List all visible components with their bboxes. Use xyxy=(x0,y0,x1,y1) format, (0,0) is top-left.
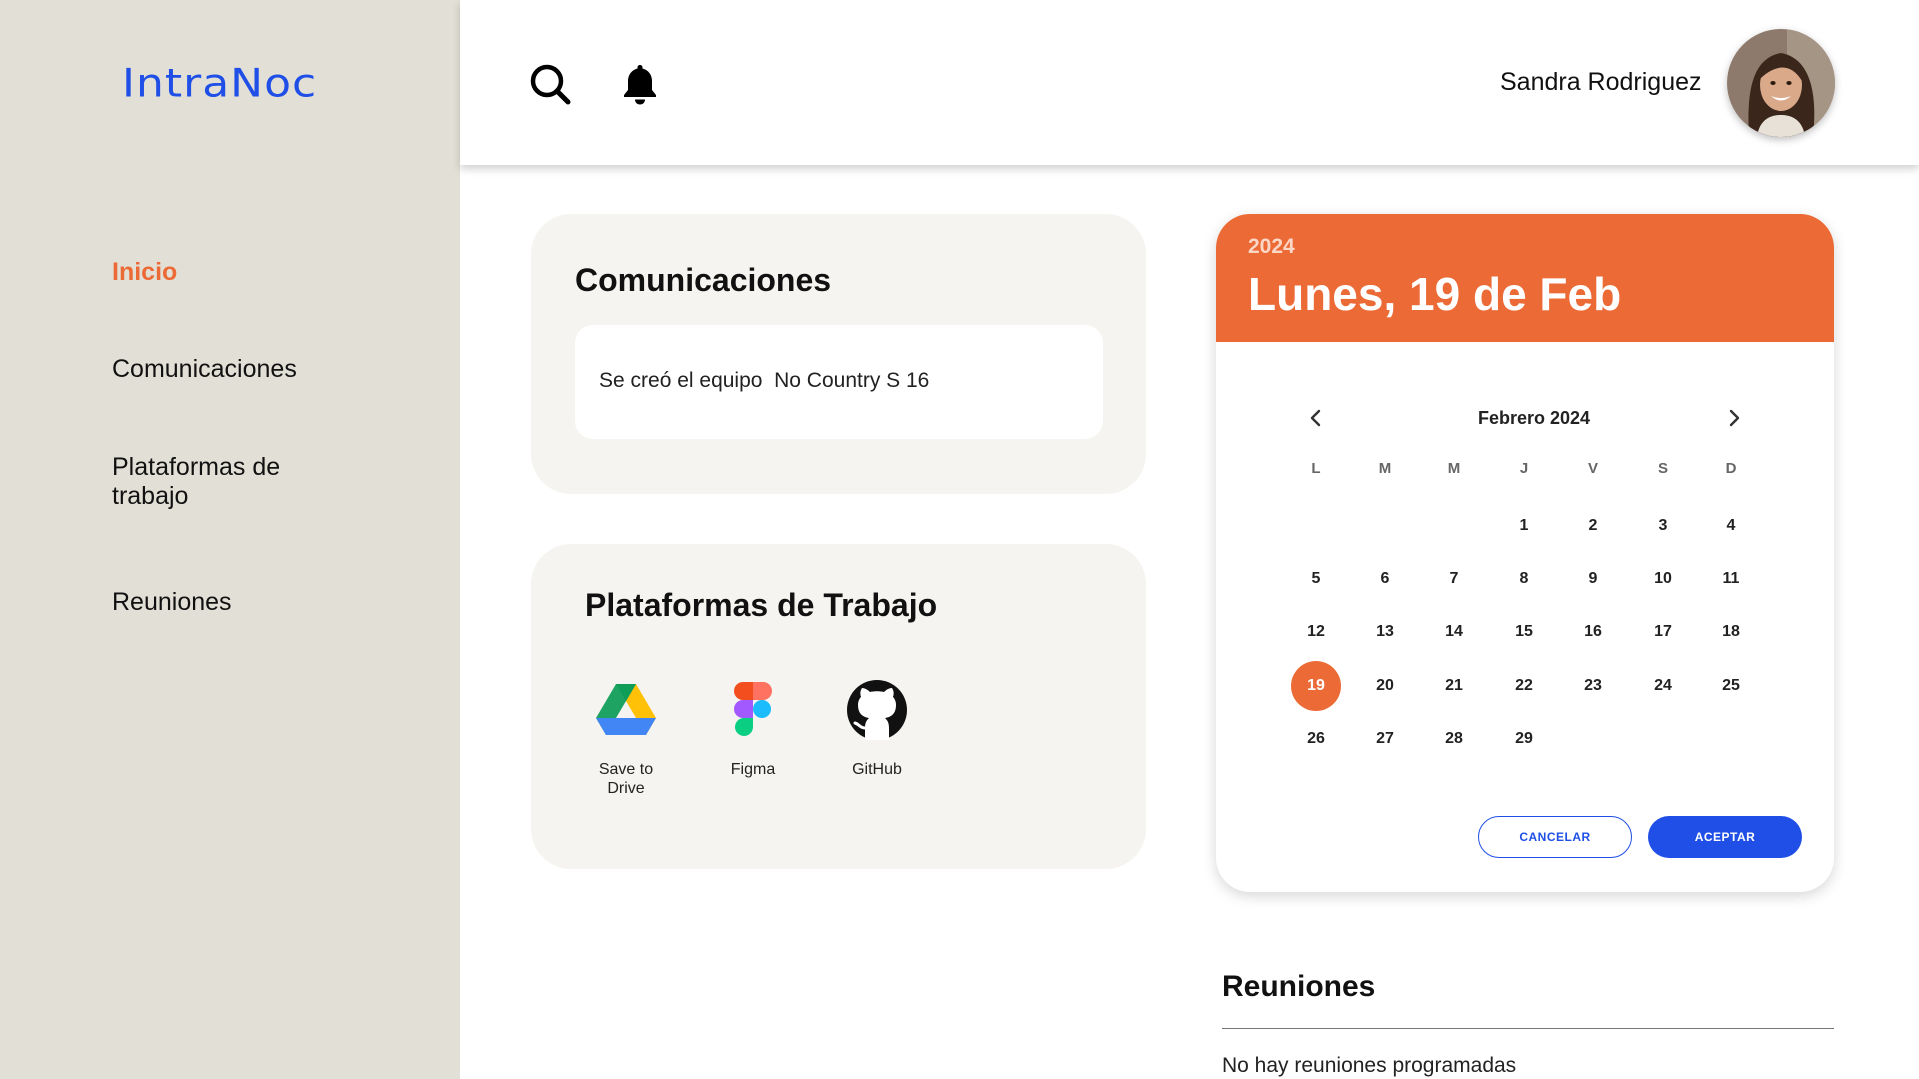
weekday-label: S xyxy=(1657,460,1668,477)
selected-date: Lunes, 19 de Feb xyxy=(1248,268,1622,320)
chevron-right-icon xyxy=(1729,409,1740,427)
meetings-empty-text: No hay reuniones programadas xyxy=(1222,1054,1517,1077)
day-cell[interactable]: 21 xyxy=(1429,661,1479,711)
day-cell[interactable]: 11 xyxy=(1706,554,1756,604)
communications-card: Comunicaciones Se creó el equipo No Coun… xyxy=(531,214,1146,494)
platform-github[interactable]: GitHub xyxy=(817,678,937,779)
top-header: Sandra Rodriguez xyxy=(460,0,1919,165)
day-cell[interactable]: 4 xyxy=(1706,501,1756,551)
day-cell[interactable]: 29 xyxy=(1499,714,1549,764)
weekday-label: M xyxy=(1378,460,1392,477)
weekday-label: V xyxy=(1587,460,1598,477)
day-cell[interactable]: 10 xyxy=(1638,554,1688,604)
day-cell[interactable]: 14 xyxy=(1429,607,1479,657)
communication-item[interactable]: Se creó el equipo No Country S 16 xyxy=(575,325,1103,439)
day-cell[interactable]: 17 xyxy=(1638,607,1688,657)
day-cell[interactable]: 23 xyxy=(1568,661,1618,711)
day-cell[interactable]: 16 xyxy=(1568,607,1618,657)
platform-label: GitHub xyxy=(852,761,902,778)
sidebar-item-reuniones[interactable]: Reuniones xyxy=(112,588,232,617)
platform-label: Figma xyxy=(730,761,776,778)
sidebar: IntraNoc Inicio Comunicaciones Plataform… xyxy=(0,0,460,1079)
search-icon[interactable] xyxy=(528,62,572,106)
day-cell[interactable]: 6 xyxy=(1360,554,1410,604)
platforms-card: Plataformas de Trabajo Save to Drive Fig… xyxy=(531,544,1146,869)
day-cell[interactable]: 13 xyxy=(1360,607,1410,657)
day-cell[interactable]: 1 xyxy=(1499,501,1549,551)
day-cell[interactable]: 22 xyxy=(1499,661,1549,711)
day-cell[interactable]: 8 xyxy=(1499,554,1549,604)
platforms-title: Plataformas de Trabajo xyxy=(585,587,938,623)
day-cell[interactable]: 7 xyxy=(1429,554,1479,604)
communications-title: Comunicaciones xyxy=(575,262,832,298)
divider xyxy=(1222,1028,1834,1029)
day-cell[interactable]: 27 xyxy=(1360,714,1410,764)
bell-icon[interactable] xyxy=(618,62,662,106)
platform-google-drive[interactable]: Save to Drive xyxy=(566,678,686,798)
day-cell[interactable]: 20 xyxy=(1360,661,1410,711)
communication-text: Se creó el equipo No Country S 16 xyxy=(599,369,930,392)
avatar[interactable] xyxy=(1727,29,1835,137)
meetings-title: Reuniones xyxy=(1222,970,1376,1003)
user-name: Sandra Rodriguez xyxy=(1500,68,1702,96)
sidebar-item-inicio[interactable]: Inicio xyxy=(112,258,177,287)
platform-label: Save to Drive xyxy=(598,761,654,797)
accept-button[interactable]: ACEPTAR xyxy=(1648,816,1802,858)
cancel-button[interactable]: CANCELAR xyxy=(1478,816,1632,858)
day-cell[interactable]: 3 xyxy=(1638,501,1688,551)
sidebar-item-plataformas[interactable]: Plataformas de trabajo xyxy=(112,453,332,511)
weekday-label: L xyxy=(1311,460,1321,477)
google-drive-icon xyxy=(594,678,658,742)
day-cell[interactable]: 28 xyxy=(1429,714,1479,764)
day-cell[interactable]: 12 xyxy=(1291,607,1341,657)
weekday-label: M xyxy=(1447,460,1461,477)
day-cell[interactable]: 2 xyxy=(1568,501,1618,551)
day-cell[interactable]: 9 xyxy=(1568,554,1618,604)
figma-icon xyxy=(721,678,785,742)
github-icon xyxy=(845,678,909,742)
date-picker: 2024 Lunes, 19 de Feb Febrero 2024 LMMJV… xyxy=(1216,214,1834,892)
selected-year[interactable]: 2024 xyxy=(1248,235,1295,259)
day-cell[interactable]: 24 xyxy=(1638,661,1688,711)
date-picker-header: 2024 Lunes, 19 de Feb xyxy=(1216,214,1834,342)
weekday-label: D xyxy=(1725,460,1737,477)
next-month-button[interactable] xyxy=(1720,404,1748,432)
day-cell[interactable]: 26 xyxy=(1291,714,1341,764)
day-cell[interactable]: 5 xyxy=(1291,554,1341,604)
app-logo[interactable]: IntraNoc xyxy=(122,61,317,107)
day-cell[interactable]: 18 xyxy=(1706,607,1756,657)
day-cell[interactable]: 15 xyxy=(1499,607,1549,657)
platform-figma[interactable]: Figma xyxy=(693,678,813,779)
day-selected[interactable]: 19 xyxy=(1291,661,1341,711)
day-cell[interactable]: 25 xyxy=(1706,661,1756,711)
sidebar-item-comunicaciones[interactable]: Comunicaciones xyxy=(112,355,297,384)
weekday-label: J xyxy=(1519,460,1529,477)
